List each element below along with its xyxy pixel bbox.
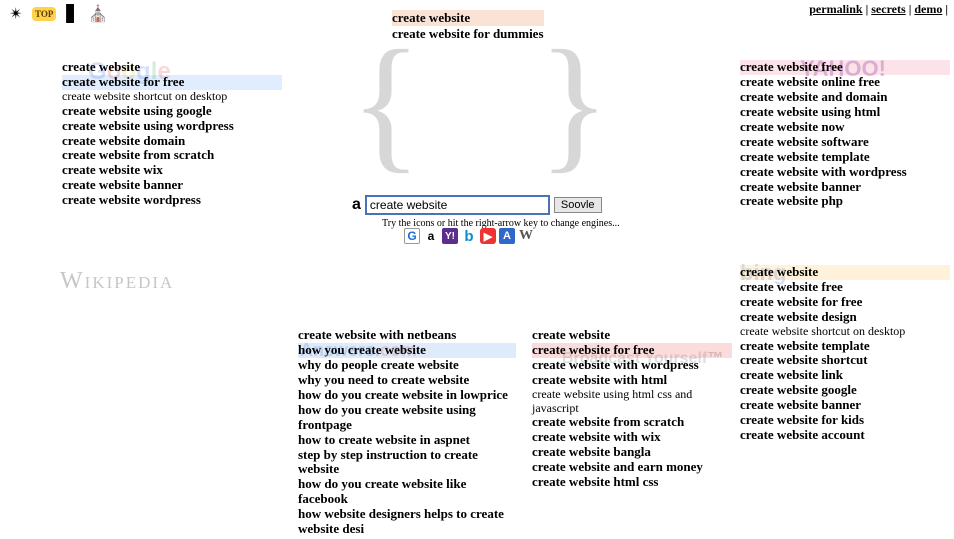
engine-yahoo-icon[interactable]: Y!	[442, 228, 458, 244]
suggestion-item[interactable]: create website banner	[740, 180, 950, 195]
suggestion-item[interactable]: create website wix	[62, 163, 282, 178]
suggestion-item[interactable]: create website free	[740, 280, 950, 295]
answers-suggestions: create website with netbeanshow you crea…	[298, 328, 516, 537]
wikipedia-logo: Wikipedia	[60, 268, 174, 295]
suggestion-item[interactable]: create website wordpress	[62, 193, 282, 208]
demo-link[interactable]: demo	[914, 2, 942, 16]
soovle-button[interactable]: Soovle	[554, 197, 602, 213]
book-icon[interactable]: ▋	[62, 4, 82, 24]
engine-youtube-icon[interactable]: ▶	[480, 228, 496, 244]
suggestion-item[interactable]: create website software	[740, 135, 950, 150]
suggestion-item[interactable]: create website from scratch	[532, 415, 732, 430]
top-links: permalink | secrets | demo |	[809, 2, 948, 17]
amazon-icon: a	[352, 196, 361, 214]
suggestion-item[interactable]: create website domain	[62, 134, 282, 149]
engine-answers-icon[interactable]: A	[499, 228, 515, 244]
suggestion-item[interactable]: how do you create website using frontpag…	[298, 403, 516, 433]
top-button[interactable]: TOP	[32, 7, 56, 21]
suggestion-item[interactable]: create website banner	[62, 178, 282, 193]
suggestion-item[interactable]: why do people create website	[298, 358, 516, 373]
suggestion-item[interactable]: create website banner	[740, 398, 950, 413]
suggestion-item[interactable]: create website template	[740, 339, 950, 354]
bookmark-icon[interactable]: ⛪	[88, 4, 108, 24]
search-row: a Soovle	[352, 195, 602, 215]
suggestion-item[interactable]: create website	[532, 328, 732, 343]
suggestion-item[interactable]: create website google	[740, 383, 950, 398]
suggestion-item[interactable]: create website	[740, 265, 950, 280]
bing-suggestions: create websitecreate website freecreate …	[740, 265, 950, 443]
suggestion-item[interactable]: create website for free	[532, 343, 732, 358]
suggestion-item[interactable]: create website with wix	[532, 430, 732, 445]
youtube-suggestions: create websitecreate website for freecre…	[532, 328, 732, 490]
suggestion-item[interactable]: how do you create website like facebook	[298, 477, 516, 507]
permalink-link[interactable]: permalink	[809, 2, 862, 16]
suggestion-item[interactable]: create website shortcut	[740, 353, 950, 368]
google-suggestions: create websitecreate website for freecre…	[62, 60, 282, 208]
logo-braces: {}	[350, 28, 610, 178]
suggestion-item[interactable]: how to create website in aspnet	[298, 433, 516, 448]
engine-bing-icon[interactable]: b	[461, 228, 477, 244]
suggestion-item[interactable]: create website with wordpress	[532, 358, 732, 373]
suggestion-item[interactable]: create website from scratch	[62, 148, 282, 163]
suggestion-item[interactable]: how website designers helps to create we…	[298, 507, 516, 537]
suggestion-item[interactable]: create website online free	[740, 75, 950, 90]
suggestion-item[interactable]: create website with netbeans	[298, 328, 516, 343]
suggestion-item[interactable]: create website using html	[740, 105, 950, 120]
suggestion-item[interactable]: create website for dummies	[392, 26, 544, 42]
suggestion-item[interactable]: create website account	[740, 428, 950, 443]
secrets-link[interactable]: secrets	[871, 2, 905, 16]
amazon-suggestions: create websitecreate website for dummies	[392, 10, 544, 42]
suggestion-item[interactable]: create website link	[740, 368, 950, 383]
suggestion-item[interactable]: create website using google	[62, 104, 282, 119]
suggestion-item[interactable]: create website shortcut on desktop	[740, 325, 950, 339]
suggestion-item[interactable]: create website free	[740, 60, 950, 75]
suggestion-item[interactable]: create website bangla	[532, 445, 732, 460]
suggestion-item[interactable]: create website with wordpress	[740, 165, 950, 180]
suggestion-item[interactable]: create website and domain	[740, 90, 950, 105]
suggestion-item[interactable]: create website html css	[532, 475, 732, 490]
engine-amazon-icon[interactable]: a	[423, 228, 439, 244]
suggestion-item[interactable]: create website now	[740, 120, 950, 135]
suggestion-item[interactable]: step by step instruction to create websi…	[298, 448, 516, 478]
suggestion-item[interactable]: create website and earn money	[532, 460, 732, 475]
engine-google-icon[interactable]: G	[404, 228, 420, 244]
suggestion-item[interactable]: create website design	[740, 310, 950, 325]
engine-wikipedia-icon[interactable]: W	[518, 228, 534, 244]
yahoo-suggestions: create website freecreate website online…	[740, 60, 950, 209]
suggestion-item[interactable]: create website php	[740, 194, 950, 209]
suggestion-item[interactable]: create website for free	[740, 295, 950, 310]
engine-icons: G a Y! b ▶ A W	[404, 228, 534, 244]
suggestion-item[interactable]: create website	[392, 10, 544, 26]
suggestion-item[interactable]: create website for free	[62, 75, 282, 90]
suggestion-item[interactable]: how you create website	[298, 343, 516, 358]
suggestion-item[interactable]: create website template	[740, 150, 950, 165]
suggestion-item[interactable]: create website with html	[532, 373, 732, 388]
search-input[interactable]	[365, 195, 550, 215]
suggestion-item[interactable]: how do you create website in lowprice	[298, 388, 516, 403]
suggestion-item[interactable]: create website	[62, 60, 282, 75]
toolbar: ✴ TOP ▋ ⛪	[6, 4, 108, 24]
suggestion-item[interactable]: why you need to create website	[298, 373, 516, 388]
suggestion-item[interactable]: create website using wordpress	[62, 119, 282, 134]
suggestion-item[interactable]: create website shortcut on desktop	[62, 90, 282, 104]
suggestion-item[interactable]: create website for kids	[740, 413, 950, 428]
suggestion-item[interactable]: create website using html css and javasc…	[532, 388, 732, 416]
saved-icon[interactable]: ✴	[6, 4, 26, 24]
